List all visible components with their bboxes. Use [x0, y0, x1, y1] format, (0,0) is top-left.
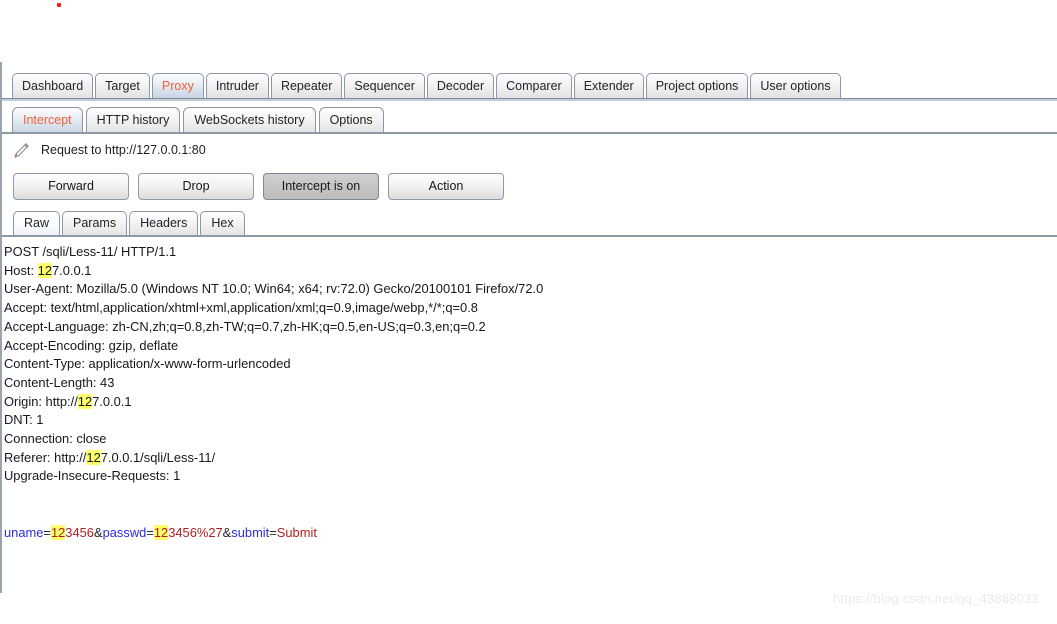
burp-suite-window: Dashboard Target Proxy Intruder Repeater Sequ…	[0, 62, 1057, 624]
drop-button[interactable]: Drop	[138, 172, 254, 200]
main-tab-sequencer[interactable]: Sequencer	[344, 73, 425, 98]
editor-tab-raw[interactable]: Raw	[13, 211, 61, 235]
artifact-dot-top	[57, 3, 61, 7]
proxy-tab-list: Intercept HTTP history WebSockets history O…	[12, 107, 387, 132]
proxy-tab-bar: Intercept HTTP history WebSockets history O…	[0, 101, 1057, 134]
proxy-tab-options[interactable]: Options	[318, 107, 384, 132]
editor-tab-headers[interactable]: Headers	[129, 211, 199, 235]
request-header-upgrade-insecure-requests: Upgrade-Insecure-Requests: 1	[4, 468, 181, 484]
main-tab-bar: Dashboard Target Proxy Intruder Repeater Sequ…	[0, 62, 1057, 101]
main-tab-extender[interactable]: Extender	[573, 73, 644, 98]
forward-button[interactable]: Forward	[13, 172, 129, 200]
raw-request-editor[interactable]: POST /sqli/Less-11/ HTTP/1.1 Host: 127.0.…	[2, 237, 1057, 593]
main-tab-proxy[interactable]: Proxy	[151, 73, 204, 98]
message-editor-tab-list: Raw Params Headers Hex	[13, 211, 247, 235]
request-header-accept-language: Accept-Language: zh-CN,zh;q=0.8,zh-TW;q=…	[4, 318, 486, 334]
pencil-icon	[14, 142, 29, 158]
request-header-connection: Connection: close	[4, 431, 107, 447]
main-tab-comparer[interactable]: Comparer	[496, 73, 572, 98]
request-title-row: Request to http://127.0.0.1:80	[2, 134, 1057, 166]
proxy-tab-intercept[interactable]: Intercept	[12, 107, 83, 132]
action-button[interactable]: Action	[388, 172, 504, 200]
request-header-origin: Origin: http://127.0.0.1	[4, 393, 132, 409]
intercept-panel: Request to http://127.0.0.1:80 Forward Dr…	[0, 134, 1057, 593]
editor-tab-params[interactable]: Params	[62, 211, 128, 235]
main-tab-repeater[interactable]: Repeater	[270, 73, 343, 98]
request-header-accept: Accept: text/html,application/xhtml+xml,…	[4, 300, 478, 316]
intercept-is-on-button[interactable]: Intercept is on	[263, 172, 379, 200]
request-header-host: Host: 127.0.0.1	[4, 262, 92, 278]
main-tab-intruder[interactable]: Intruder	[205, 73, 269, 98]
request-header-content-type: Content-Type: application/x-www-form-url…	[4, 356, 291, 372]
request-body-params: uname=123456&passwd=123456%27&submit=Sub…	[4, 524, 317, 540]
request-line: POST /sqli/Less-11/ HTTP/1.1	[4, 244, 177, 259]
request-header-user-agent: User-Agent: Mozilla/5.0 (Windows NT 10.0…	[4, 281, 544, 297]
main-tab-project-options[interactable]: Project options	[645, 73, 749, 98]
request-header-accept-encoding: Accept-Encoding: gzip, deflate	[4, 337, 179, 353]
main-tab-list: Dashboard Target Proxy Intruder Repeater Sequ…	[12, 73, 843, 98]
request-header-content-length: Content-Length: 43	[4, 374, 115, 390]
main-tab-decoder[interactable]: Decoder	[426, 73, 495, 98]
main-tab-dashboard[interactable]: Dashboard	[12, 73, 94, 98]
request-target-label: Request to http://127.0.0.1:80	[41, 143, 206, 157]
csdn-watermark: https://blog.csdn.net/qq_43869033	[832, 591, 1039, 606]
intercept-action-buttons: Forward Drop Intercept is on Action	[2, 166, 1057, 206]
proxy-tab-websockets-history[interactable]: WebSockets history	[183, 107, 316, 132]
main-tab-user-options[interactable]: User options	[750, 73, 841, 98]
proxy-tab-http-history[interactable]: HTTP history	[85, 107, 181, 132]
request-header-dnt: DNT: 1	[4, 412, 44, 428]
request-header-referer: Referer: http://127.0.0.1/sqli/Less-11/	[4, 449, 216, 465]
message-editor-tab-bar: Raw Params Headers Hex	[2, 209, 1057, 237]
main-tab-target[interactable]: Target	[95, 73, 150, 98]
editor-tab-hex[interactable]: Hex	[200, 211, 245, 235]
